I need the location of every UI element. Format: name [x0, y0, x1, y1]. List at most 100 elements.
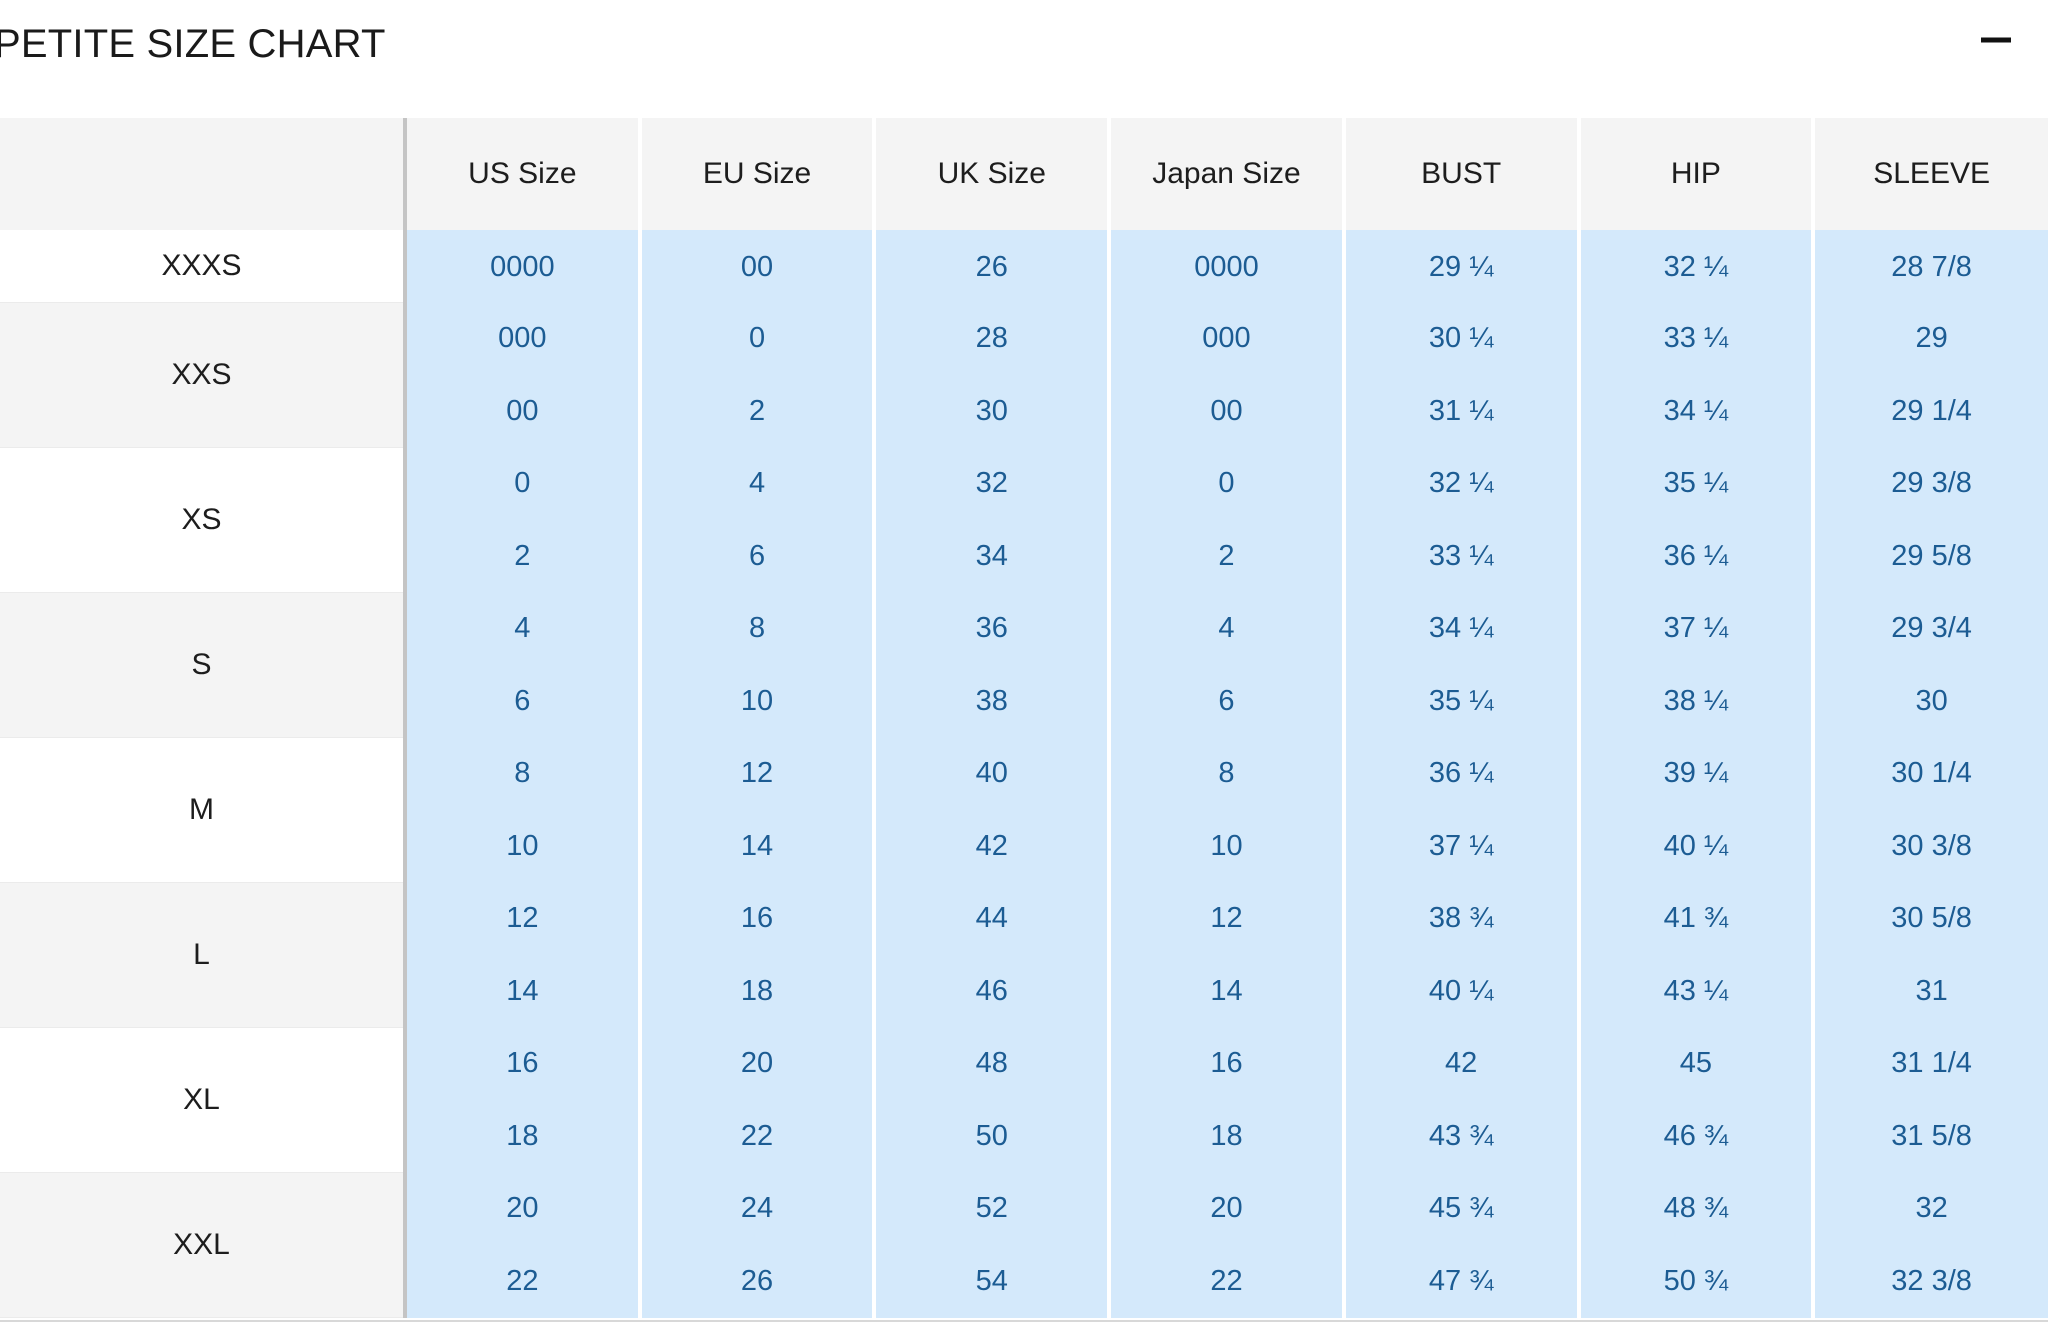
cell-japan-size: 6 [1109, 665, 1346, 738]
cell-uk-size: 46 [874, 955, 1112, 1028]
cell-uk-size: 54 [874, 1245, 1112, 1318]
cell-sleeve: 31 1/4 [1813, 1027, 2048, 1100]
cell-japan-size: 000 [1109, 302, 1346, 375]
cell-sleeve: 30 1/4 [1813, 737, 2048, 810]
cell-eu-size: 00 [639, 230, 877, 303]
cell-eu-size: 20 [639, 1027, 877, 1100]
cell-japan-size: 10 [1109, 810, 1346, 883]
cell-uk-size: 44 [874, 882, 1112, 955]
cell-bust: 40 ¼ [1343, 955, 1581, 1028]
cell-bust: 43 ¾ [1343, 1100, 1581, 1173]
cell-us-size: 4 [405, 592, 642, 665]
column-header-uk-size: UK Size [874, 118, 1112, 230]
table-row: XXXS 0000 00 26 0000 29 ¼ 32 ¼ 28 7/8 [0, 230, 2048, 303]
cell-us-size: 000 [405, 302, 642, 375]
bottom-divider [0, 1320, 2048, 1322]
minus-icon [1981, 37, 2011, 43]
cell-eu-size: 10 [639, 665, 877, 738]
cell-hip: 41 ¾ [1578, 882, 1816, 955]
cell-hip: 36 ¼ [1578, 520, 1816, 593]
cell-uk-size: 40 [874, 737, 1112, 810]
size-label-s: S [0, 592, 407, 738]
cell-japan-size: 20 [1109, 1172, 1346, 1245]
cell-eu-size: 18 [639, 955, 877, 1028]
cell-sleeve: 32 3/8 [1813, 1245, 2048, 1318]
cell-us-size: 6 [405, 665, 642, 738]
cell-uk-size: 28 [874, 302, 1112, 375]
cell-sleeve: 29 3/8 [1813, 447, 2048, 520]
cell-sleeve: 31 [1813, 955, 2048, 1028]
cell-bust: 31 ¼ [1343, 375, 1581, 448]
cell-eu-size: 26 [639, 1245, 877, 1318]
cell-us-size: 0000 [405, 230, 642, 303]
cell-bust: 34 ¼ [1343, 592, 1581, 665]
cell-japan-size: 8 [1109, 737, 1346, 810]
size-label-xs: XS [0, 447, 407, 593]
cell-bust: 45 ¾ [1343, 1172, 1581, 1245]
table-row: M 8 12 40 8 36 ¼ 39 ¼ 30 1/4 [0, 737, 2048, 883]
cell-us-size: 14 [405, 955, 642, 1028]
cell-uk-size: 52 [874, 1172, 1112, 1245]
cell-us-size: 22 [405, 1245, 642, 1318]
cell-japan-size: 00 [1109, 375, 1346, 448]
cell-hip: 43 ¼ [1578, 955, 1816, 1028]
cell-bust: 35 ¼ [1343, 665, 1581, 738]
table-row: XXS 000 0 28 000 30 ¼ 33 ¼ 29 [0, 302, 2048, 448]
table-row: XXL 20 24 52 20 45 ¾ 48 ¾ 32 [0, 1172, 2048, 1318]
cell-us-size: 20 [405, 1172, 642, 1245]
size-label-xl: XL [0, 1027, 407, 1173]
cell-bust: 42 [1343, 1027, 1581, 1100]
table-row: L 12 16 44 12 38 ¾ 41 ¾ 30 5/8 [0, 882, 2048, 1028]
cell-uk-size: 32 [874, 447, 1112, 520]
cell-japan-size: 0 [1109, 447, 1346, 520]
page-title: PETITE SIZE CHART [0, 22, 386, 66]
size-label-xxs: XXS [0, 302, 407, 448]
cell-japan-size: 14 [1109, 955, 1346, 1028]
cell-sleeve: 29 5/8 [1813, 520, 2048, 593]
cell-sleeve: 30 5/8 [1813, 882, 2048, 955]
column-header-eu-size: EU Size [639, 118, 877, 230]
size-chart-table-wrapper: US Size EU Size UK Size Japan Size BUST HIP SL… [0, 118, 2048, 1318]
collapse-button[interactable] [1964, 8, 2028, 72]
cell-uk-size: 30 [874, 375, 1112, 448]
corner-header-cell [0, 118, 407, 230]
cell-sleeve: 29 1/4 [1813, 375, 2048, 448]
cell-bust: 37 ¼ [1343, 810, 1581, 883]
cell-uk-size: 34 [874, 520, 1112, 593]
cell-us-size: 18 [405, 1100, 642, 1173]
cell-hip: 34 ¼ [1578, 375, 1816, 448]
cell-eu-size: 12 [639, 737, 877, 810]
cell-eu-size: 2 [639, 375, 877, 448]
cell-hip: 39 ¼ [1578, 737, 1816, 810]
column-header-us-size: US Size [405, 118, 642, 230]
column-header-bust: BUST [1343, 118, 1581, 230]
cell-us-size: 16 [405, 1027, 642, 1100]
cell-eu-size: 8 [639, 592, 877, 665]
size-label-m: M [0, 737, 407, 883]
cell-uk-size: 48 [874, 1027, 1112, 1100]
cell-sleeve: 32 [1813, 1172, 2048, 1245]
cell-japan-size: 0000 [1109, 230, 1346, 303]
size-label-xxl: XXL [0, 1172, 407, 1318]
cell-hip: 37 ¼ [1578, 592, 1816, 665]
cell-us-size: 10 [405, 810, 642, 883]
cell-bust: 30 ¼ [1343, 302, 1581, 375]
cell-eu-size: 22 [639, 1100, 877, 1173]
cell-hip: 48 ¾ [1578, 1172, 1816, 1245]
cell-us-size: 8 [405, 737, 642, 810]
cell-japan-size: 22 [1109, 1245, 1346, 1318]
size-label-xxxs: XXXS [0, 230, 407, 303]
cell-us-size: 00 [405, 375, 642, 448]
cell-japan-size: 18 [1109, 1100, 1346, 1173]
cell-hip: 46 ¾ [1578, 1100, 1816, 1173]
cell-sleeve: 29 3/4 [1813, 592, 2048, 665]
cell-bust: 36 ¼ [1343, 737, 1581, 810]
size-label-l: L [0, 882, 407, 1028]
cell-uk-size: 42 [874, 810, 1112, 883]
cell-us-size: 12 [405, 882, 642, 955]
cell-eu-size: 14 [639, 810, 877, 883]
cell-japan-size: 2 [1109, 520, 1346, 593]
cell-hip: 50 ¾ [1578, 1245, 1816, 1318]
cell-uk-size: 38 [874, 665, 1112, 738]
cell-bust: 29 ¼ [1343, 230, 1581, 303]
